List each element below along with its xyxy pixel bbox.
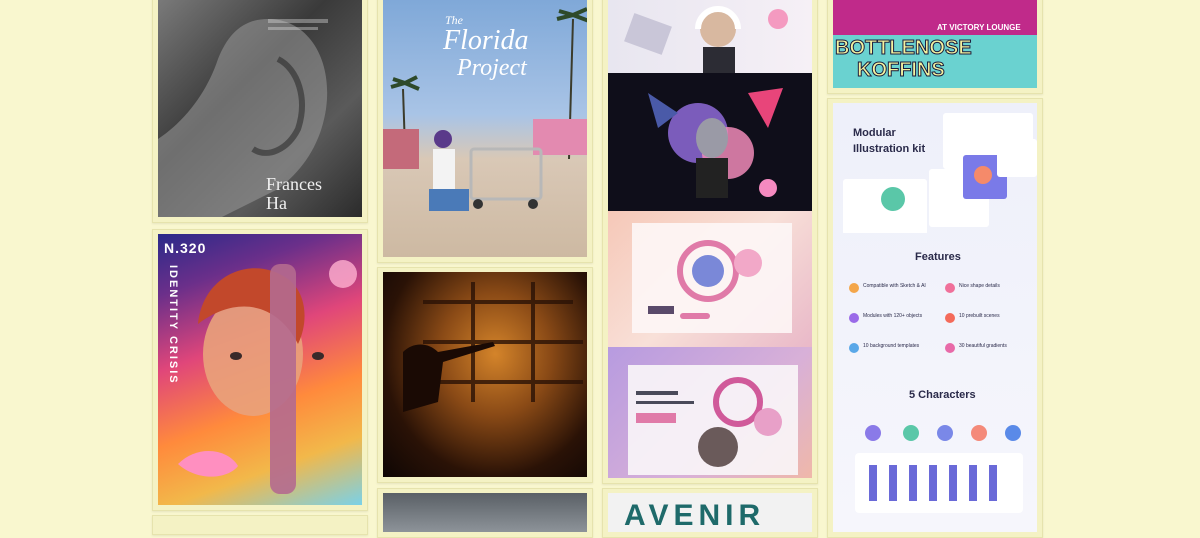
avenir-wordmark: AVENIR xyxy=(624,499,766,532)
pin-florida-project[interactable]: The Florida Project xyxy=(377,0,593,263)
characters-graphic xyxy=(855,425,1023,513)
frances-ha-title-line2: Ha xyxy=(266,193,287,213)
kit-feature-5: 10 background templates xyxy=(849,341,939,365)
kit-characters-heading: 5 Characters xyxy=(909,389,976,401)
feature-6-icon xyxy=(945,343,955,353)
bottlenose-line2: KOFFINS xyxy=(857,59,946,82)
feature-5-icon xyxy=(849,343,859,353)
mars-graphic xyxy=(628,365,798,475)
feature-2-label: Nice shape details xyxy=(959,283,1000,289)
feature-6-label: 30 beautiful gradients xyxy=(959,343,1007,349)
kit-feature-1: Compatible with Sketch & AI xyxy=(849,281,939,305)
pin-shadow-window[interactable] xyxy=(377,267,593,483)
kit-feature-4: 10 prebuilt scenes xyxy=(945,311,1035,335)
frances-ha-title-line1: Frances xyxy=(266,174,322,194)
headphones-man-panel xyxy=(608,0,812,73)
florida-scene xyxy=(383,7,587,211)
design-collection-image xyxy=(608,0,812,478)
kit-screens-graphic xyxy=(843,113,1037,233)
pin-avenir[interactable]: AVENIR xyxy=(602,488,818,538)
feature-1-icon xyxy=(849,283,859,293)
hiker-panel xyxy=(608,211,812,347)
feature-2-icon xyxy=(945,283,955,293)
pin-design-collection[interactable] xyxy=(602,0,818,484)
feature-4-icon xyxy=(945,313,955,323)
identity-crisis-poster: N.320 IDENTITY CRISIS xyxy=(158,234,362,505)
window-shadow-graphic xyxy=(403,282,583,412)
pin-frances-ha[interactable]: Frances Ha xyxy=(152,0,368,223)
kit-feature-2: Nice shape details xyxy=(945,281,1035,305)
feature-1-label: Compatible with Sketch & AI xyxy=(863,283,926,289)
pin-illustration-kit[interactable]: Modular Illustration kit Features Compat… xyxy=(827,98,1043,538)
florida-project-poster: The Florida Project xyxy=(383,0,587,257)
robot-head-panel xyxy=(608,73,812,211)
portrait-silhouette xyxy=(158,19,328,217)
pin-identity-crisis[interactable]: N.320 IDENTITY CRISIS xyxy=(152,229,368,511)
shadow-window-photo xyxy=(383,272,587,477)
bottlenose-line1: BOTTLENOSE xyxy=(835,37,973,60)
kit-feature-6: 30 beautiful gradients xyxy=(945,341,1035,365)
frances-ha-poster: Frances Ha xyxy=(158,0,362,217)
pin-bottlenose[interactable]: AT VICTORY LOUNGE BOTTLENOSE KOFFINS xyxy=(827,0,1043,94)
bottlenose-lounge: AT VICTORY LOUNGE xyxy=(937,23,1021,32)
illustration-kit-image: Modular Illustration kit Features Compat… xyxy=(833,103,1037,532)
face-graphic xyxy=(178,260,357,494)
headphones-graphic xyxy=(624,6,788,73)
kit-feature-3: Modules with 120+ objects xyxy=(849,311,939,335)
mars-exploration-panel xyxy=(608,347,812,478)
avenir-image: AVENIR xyxy=(608,493,812,532)
hiker-graphic xyxy=(632,223,792,333)
feature-3-icon xyxy=(849,313,859,323)
pin-col1-partial[interactable] xyxy=(152,515,368,535)
pin-col2-partial[interactable] xyxy=(377,488,593,538)
feature-3-label: Modules with 120+ objects xyxy=(863,313,923,319)
robot-graphic xyxy=(648,88,783,198)
kit-features-heading: Features xyxy=(915,251,961,263)
feature-4-label: 10 prebuilt scenes xyxy=(959,313,1000,319)
ceiling-photo xyxy=(383,493,587,532)
feature-5-label: 10 background templates xyxy=(863,343,920,349)
bottlenose-poster: AT VICTORY LOUNGE BOTTLENOSE KOFFINS xyxy=(833,0,1037,88)
